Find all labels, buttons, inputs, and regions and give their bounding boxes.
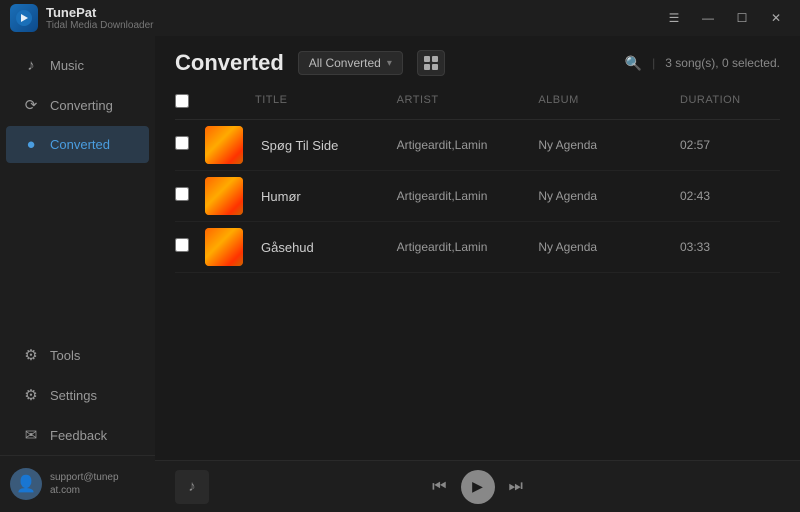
page-title: Converted — [175, 50, 284, 76]
track-duration-1: 02:57 — [680, 138, 780, 152]
sidebar-label-feedback: Feedback — [50, 428, 107, 443]
track-artist-3: Artigeardit,Lamin — [397, 240, 539, 254]
search-icon[interactable]: 🔍 — [625, 55, 642, 72]
sidebar-label-settings: Settings — [50, 388, 97, 403]
close-button[interactable]: ✕ — [762, 8, 790, 28]
user-profile[interactable]: 👤 support@tunep at.com — [0, 455, 155, 512]
select-all-checkbox[interactable] — [175, 94, 189, 108]
col-duration: DURATION — [680, 94, 780, 111]
menu-button[interactable]: ☰ — [660, 8, 688, 28]
settings-icon: ⚙ — [22, 386, 40, 404]
next-button[interactable]: ⏭ — [509, 478, 523, 496]
sidebar-label-converted: Converted — [50, 137, 110, 152]
track-table: TITLE ARTIST ALBUM DURATION Spøg Til Sid… — [155, 76, 800, 460]
header-right: 🔍 | 3 song(s), 0 selected. — [625, 55, 780, 72]
app-logo — [10, 4, 38, 32]
status-text: 3 song(s), 0 selected. — [665, 56, 780, 70]
content-header: Converted All Converted ▾ 🔍 | 3 — [155, 36, 800, 76]
track-title-3: Gåsehud — [255, 240, 397, 255]
music-library-button[interactable]: ♪ — [175, 470, 209, 504]
avatar: 👤 — [10, 468, 42, 500]
chevron-down-icon: ▾ — [387, 58, 392, 69]
col-artist: ARTIST — [397, 94, 539, 111]
table-row[interactable]: Spøg Til Side Artigeardit,Lamin Ny Agend… — [175, 120, 780, 171]
play-icon: ▶ — [472, 478, 483, 495]
sidebar-item-converting[interactable]: ⟳ Converting — [6, 86, 149, 124]
track-thumbnail-2 — [205, 177, 243, 215]
play-button[interactable]: ▶ — [461, 470, 495, 504]
sidebar: ♪ Music ⟳ Converting ● Converted ⚙ Tools… — [0, 36, 155, 512]
prev-button[interactable]: ⏮ — [432, 478, 446, 496]
content-area: Converted All Converted ▾ 🔍 | 3 — [155, 36, 800, 512]
tools-icon: ⚙ — [22, 346, 40, 364]
main-layout: ♪ Music ⟳ Converting ● Converted ⚙ Tools… — [0, 36, 800, 512]
track-duration-3: 03:33 — [680, 240, 780, 254]
user-email: support@tunep at.com — [50, 471, 119, 497]
track-album-3: Ny Agenda — [538, 240, 680, 254]
feedback-icon: ✉ — [22, 426, 40, 444]
col-title: TITLE — [255, 94, 397, 111]
track-title-1: Spøg Til Side — [255, 138, 397, 153]
sidebar-label-converting: Converting — [50, 98, 113, 113]
sidebar-label-tools: Tools — [50, 348, 80, 363]
converted-icon: ● — [22, 136, 40, 153]
sidebar-item-settings[interactable]: ⚙ Settings — [6, 376, 149, 414]
track-thumbnail-3 — [205, 228, 243, 266]
track-artist-1: Artigeardit,Lamin — [397, 138, 539, 152]
track-album-1: Ny Agenda — [538, 138, 680, 152]
table-row[interactable]: Humør Artigeardit,Lamin Ny Agenda 02:43 — [175, 171, 780, 222]
sidebar-item-feedback[interactable]: ✉ Feedback — [6, 416, 149, 454]
row-checkbox-1[interactable] — [175, 136, 189, 150]
converting-icon: ⟳ — [22, 96, 40, 114]
maximize-button[interactable]: ☐ — [728, 8, 756, 28]
player-controls: ⏮ ▶ ⏭ — [432, 470, 523, 504]
filter-label: All Converted — [309, 56, 381, 70]
sidebar-item-music[interactable]: ♪ Music — [6, 47, 149, 84]
player-bar: ♪ ⏮ ▶ ⏭ — [155, 460, 800, 512]
track-artist-2: Artigeardit,Lamin — [397, 189, 539, 203]
music-icon: ♪ — [22, 57, 40, 74]
table-header: TITLE ARTIST ALBUM DURATION — [175, 86, 780, 120]
table-row[interactable]: Gåsehud Artigeardit,Lamin Ny Agenda 03:3… — [175, 222, 780, 273]
minimize-button[interactable]: — — [694, 8, 722, 28]
sidebar-item-converted[interactable]: ● Converted — [6, 126, 149, 163]
col-album: ALBUM — [538, 94, 680, 111]
row-checkbox-2[interactable] — [175, 187, 189, 201]
window-controls: ☰ — ☐ ✕ — [660, 8, 790, 28]
track-thumbnail-1 — [205, 126, 243, 164]
track-album-2: Ny Agenda — [538, 189, 680, 203]
track-duration-2: 02:43 — [680, 189, 780, 203]
row-checkbox-3[interactable] — [175, 238, 189, 252]
music-note-icon: ♪ — [188, 478, 196, 495]
track-title-2: Humør — [255, 189, 397, 204]
sidebar-item-tools[interactable]: ⚙ Tools — [6, 336, 149, 374]
titlebar: TunePat Tidal Media Downloader ☰ — ☐ ✕ — [0, 0, 800, 36]
sidebar-label-music: Music — [50, 58, 84, 73]
header-left: Converted All Converted ▾ — [175, 50, 445, 76]
app-name: TunePat — [46, 5, 153, 20]
app-subtitle: Tidal Media Downloader — [46, 20, 153, 31]
app-branding: TunePat Tidal Media Downloader — [10, 4, 153, 32]
filter-dropdown[interactable]: All Converted ▾ — [298, 51, 403, 75]
view-toggle-button[interactable] — [417, 50, 445, 76]
